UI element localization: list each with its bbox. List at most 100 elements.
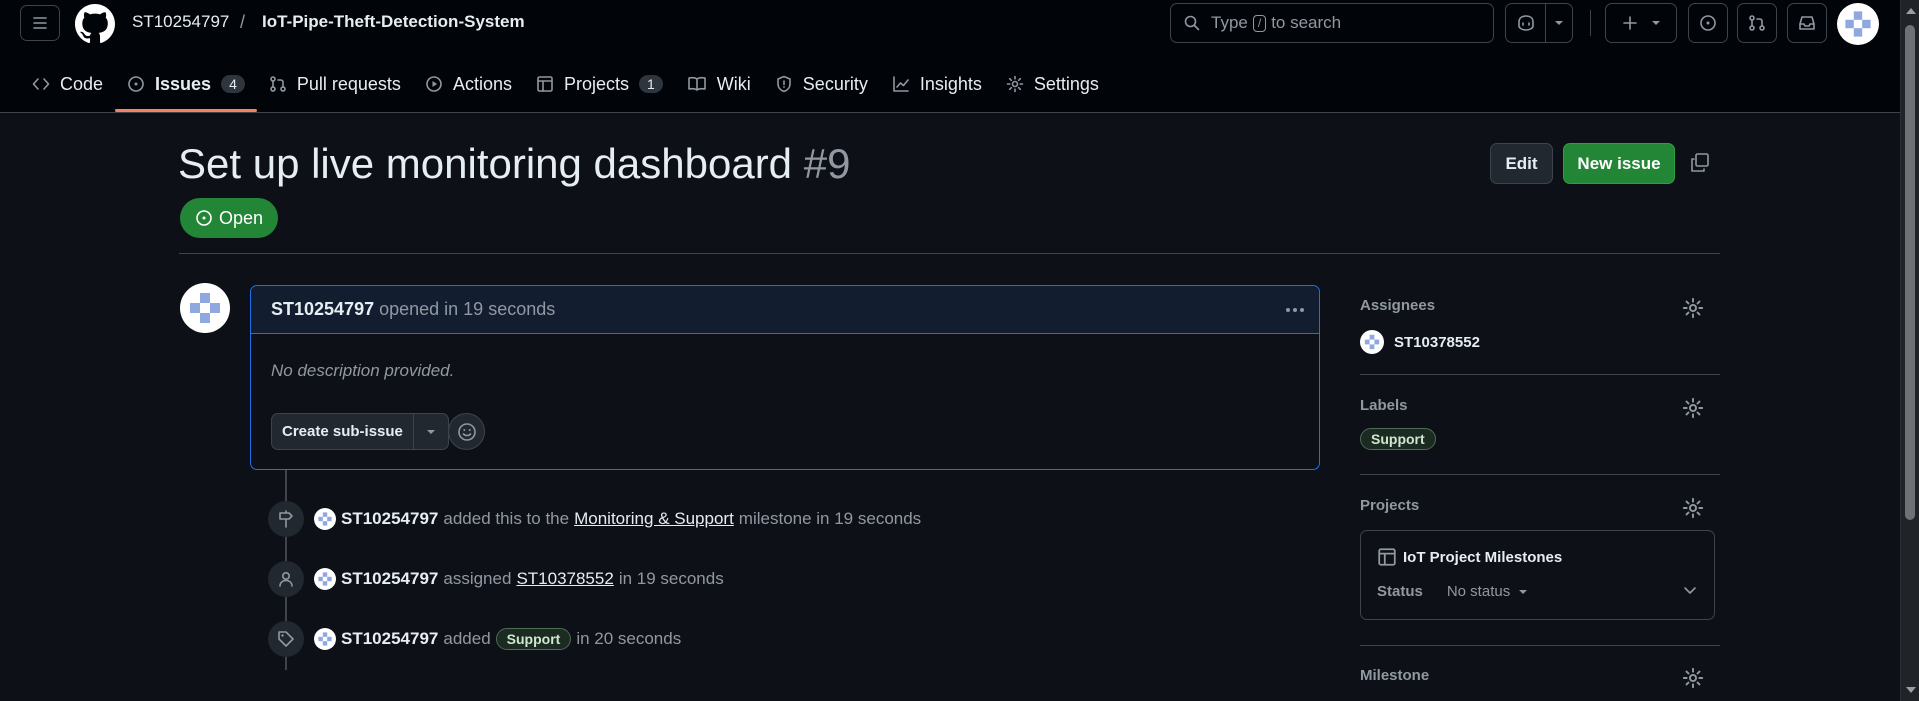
plus-icon (1623, 16, 1637, 30)
project-card: IoT Project Milestones Status No status (1360, 530, 1715, 620)
copilot-button[interactable] (1505, 3, 1573, 43)
tab-label: Projects (563, 73, 629, 94)
identicon-icon (318, 572, 332, 586)
copy-icon (1691, 153, 1709, 172)
tab-label: Settings (1033, 73, 1099, 94)
assignee-avatar (1360, 330, 1384, 354)
issue-opened-icon (196, 210, 212, 226)
repo-owner-link[interactable]: ST10254797 (132, 12, 229, 32)
chevron-down-icon (1652, 21, 1660, 25)
comment-options-button[interactable] (1283, 298, 1307, 322)
open-menu-button[interactable] (20, 5, 60, 41)
status-label: Status (1377, 583, 1423, 600)
project-status-field[interactable]: Status No status (1377, 583, 1528, 600)
actor-avatar[interactable] (314, 568, 336, 590)
chevron-down-icon[interactable] (1554, 19, 1564, 27)
hamburger-icon (33, 17, 47, 29)
sidebar-projects: Projects IoT Project Milestones Status N… (1360, 497, 1720, 620)
timeline-event-labeled: ST10254797 added Support in 20 seconds (268, 621, 681, 657)
sidebar-assignees: Assignees ST10378552 (1360, 297, 1720, 354)
edit-assignees-button[interactable] (1682, 297, 1704, 319)
comment-author-link[interactable]: ST10254797 (271, 299, 374, 320)
tab-settings[interactable]: Settings (994, 60, 1111, 108)
edit-labels-button[interactable] (1682, 397, 1704, 419)
title-divider (179, 253, 1720, 254)
scroll-down-arrow-icon[interactable] (1906, 687, 1916, 693)
tab-projects[interactable]: Projects 1 (524, 60, 675, 108)
timeline-event-assigned: ST10254797 assigned ST10378552 in 19 sec… (268, 561, 724, 597)
sidebar-labels: Labels Support (1360, 397, 1720, 450)
actor-avatar[interactable] (314, 628, 336, 650)
new-issue-button[interactable]: New issue (1563, 143, 1675, 184)
actor-link[interactable]: ST10254797 (341, 509, 438, 529)
sub-issue-dropdown-button[interactable] (414, 414, 448, 449)
copy-link-button[interactable] (1689, 152, 1711, 174)
chevron-down-icon (426, 429, 435, 434)
label-support[interactable]: Support (1360, 428, 1436, 450)
edit-projects-button[interactable] (1682, 497, 1704, 519)
comment-timestamp[interactable]: opened in 19 seconds (379, 299, 555, 320)
event-text: added (443, 629, 491, 648)
tab-issues[interactable]: Issues 4 (115, 60, 257, 112)
search-input[interactable]: Type / to search (1170, 3, 1494, 43)
breadcrumb-separator: / (240, 12, 246, 32)
notifications-button[interactable] (1787, 3, 1827, 43)
comment-body-text: No description provided. (271, 361, 455, 380)
create-new-button[interactable] (1605, 3, 1677, 43)
chevron-down-icon (1519, 589, 1528, 594)
gear-icon (1682, 397, 1704, 419)
issue-opened-icon (128, 76, 144, 92)
tab-security[interactable]: Security (763, 60, 880, 108)
event-text: added this to the (443, 509, 570, 528)
repo-nav-tabs: Code Issues 4 Pull requests Actions Proj… (20, 60, 1111, 112)
author-avatar[interactable] (180, 283, 230, 333)
person-icon (279, 571, 293, 587)
create-sub-issue-button[interactable]: Create sub-issue (272, 414, 414, 449)
sidebar-divider (1360, 374, 1720, 375)
assignee-link[interactable]: ST10378552 (516, 569, 613, 589)
copilot-icon (1518, 15, 1534, 31)
header-divider (1590, 10, 1591, 36)
edit-milestone-button[interactable] (1682, 667, 1704, 689)
tab-code[interactable]: Code (20, 60, 115, 108)
search-placeholder-prefix: Type (1211, 13, 1248, 32)
repo-name-link[interactable]: IoT-Pipe-Theft-Detection-System (262, 12, 525, 32)
milestone-heading: Milestone (1360, 667, 1430, 684)
page-scrollbar[interactable] (1900, 0, 1919, 701)
search-icon (1184, 15, 1200, 31)
scroll-up-arrow-icon[interactable] (1906, 8, 1916, 14)
event-text: assigned (443, 569, 512, 588)
edit-title-button[interactable]: Edit (1490, 143, 1553, 184)
scrollbar-thumb[interactable] (1905, 25, 1915, 520)
labels-heading: Labels (1360, 397, 1408, 414)
assignee-name: ST10378552 (1394, 333, 1480, 351)
identicon-icon (1845, 11, 1871, 37)
identicon-icon (318, 632, 332, 646)
user-avatar[interactable] (1837, 3, 1879, 45)
projects-count-badge: 1 (639, 75, 663, 93)
tab-actions[interactable]: Actions (413, 60, 524, 108)
assignee-item[interactable]: ST10378552 (1360, 330, 1720, 354)
tab-wiki[interactable]: Wiki (675, 60, 763, 108)
milestone-link[interactable]: Monitoring & Support (574, 509, 734, 529)
expand-project-button[interactable] (1682, 585, 1698, 597)
tab-insights[interactable]: Insights (880, 60, 994, 108)
project-link[interactable]: IoT Project Milestones (1377, 547, 1562, 567)
your-pull-requests-button[interactable] (1737, 3, 1777, 43)
graph-icon (893, 76, 909, 92)
your-issues-button[interactable] (1688, 3, 1728, 43)
tab-pull-requests[interactable]: Pull requests (257, 60, 413, 108)
global-header: ST10254797 / IoT-Pipe-Theft-Detection-Sy… (0, 0, 1900, 113)
tab-label: Security (802, 73, 868, 94)
label-support[interactable]: Support (495, 628, 572, 650)
identicon-icon (318, 512, 332, 526)
actor-avatar[interactable] (314, 508, 336, 530)
add-reaction-button[interactable] (448, 413, 485, 450)
actor-link[interactable]: ST10254797 (341, 629, 438, 649)
timeline-badge (268, 501, 304, 537)
actor-link[interactable]: ST10254797 (341, 569, 438, 589)
search-shortcut-key: / (1252, 14, 1267, 32)
timeline-event-milestone: ST10254797 added this to the Monitoring … (268, 501, 921, 537)
issue-title: Set up live monitoring dashboard #9 (178, 140, 850, 188)
github-logo-icon[interactable] (75, 4, 115, 44)
